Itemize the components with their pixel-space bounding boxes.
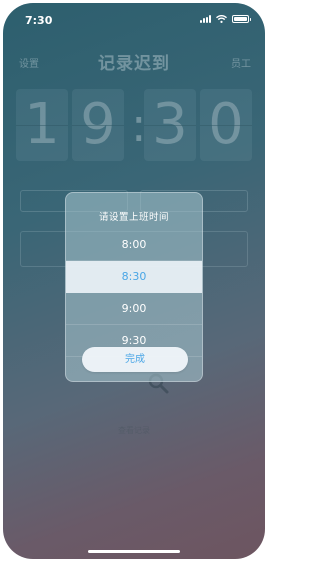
employee-button[interactable]: 员工 bbox=[231, 55, 251, 70]
clock-digit: 1 bbox=[16, 89, 68, 161]
done-button[interactable]: 完成 bbox=[82, 347, 188, 372]
signal-icon bbox=[200, 15, 211, 23]
dialog-title: 请设置上班时间 bbox=[98, 212, 169, 223]
wifi-icon bbox=[216, 15, 227, 23]
time-option-selected[interactable]: 8:30 bbox=[66, 261, 202, 293]
time-picker-dialog: 请设置上班时间 8:00 8:30 9:00 9:30 完成 bbox=[65, 192, 203, 382]
battery-icon bbox=[232, 15, 251, 23]
search-label[interactable]: 查看记录 bbox=[3, 425, 265, 436]
home-indicator[interactable] bbox=[88, 550, 180, 553]
clock-digit: 3 bbox=[144, 89, 196, 161]
clock-digit: 9 bbox=[72, 89, 124, 161]
app-screen: 7:30 设置 记录迟到 员工 1 9 : 3 0 查看记录 请设置上班时间 8… bbox=[3, 3, 265, 559]
clock-digit: 0 bbox=[200, 89, 252, 161]
time-option[interactable]: 8:00 bbox=[66, 229, 202, 261]
time-picker[interactable]: 8:00 8:30 9:00 9:30 bbox=[66, 229, 202, 357]
time-option[interactable]: 9:00 bbox=[66, 293, 202, 325]
status-time: 7:30 bbox=[25, 14, 53, 27]
flip-clock: 1 9 : 3 0 bbox=[16, 89, 252, 161]
status-icons bbox=[200, 15, 251, 23]
page-title: 记录迟到 bbox=[98, 54, 170, 74]
status-bar: 7:30 bbox=[3, 3, 265, 35]
